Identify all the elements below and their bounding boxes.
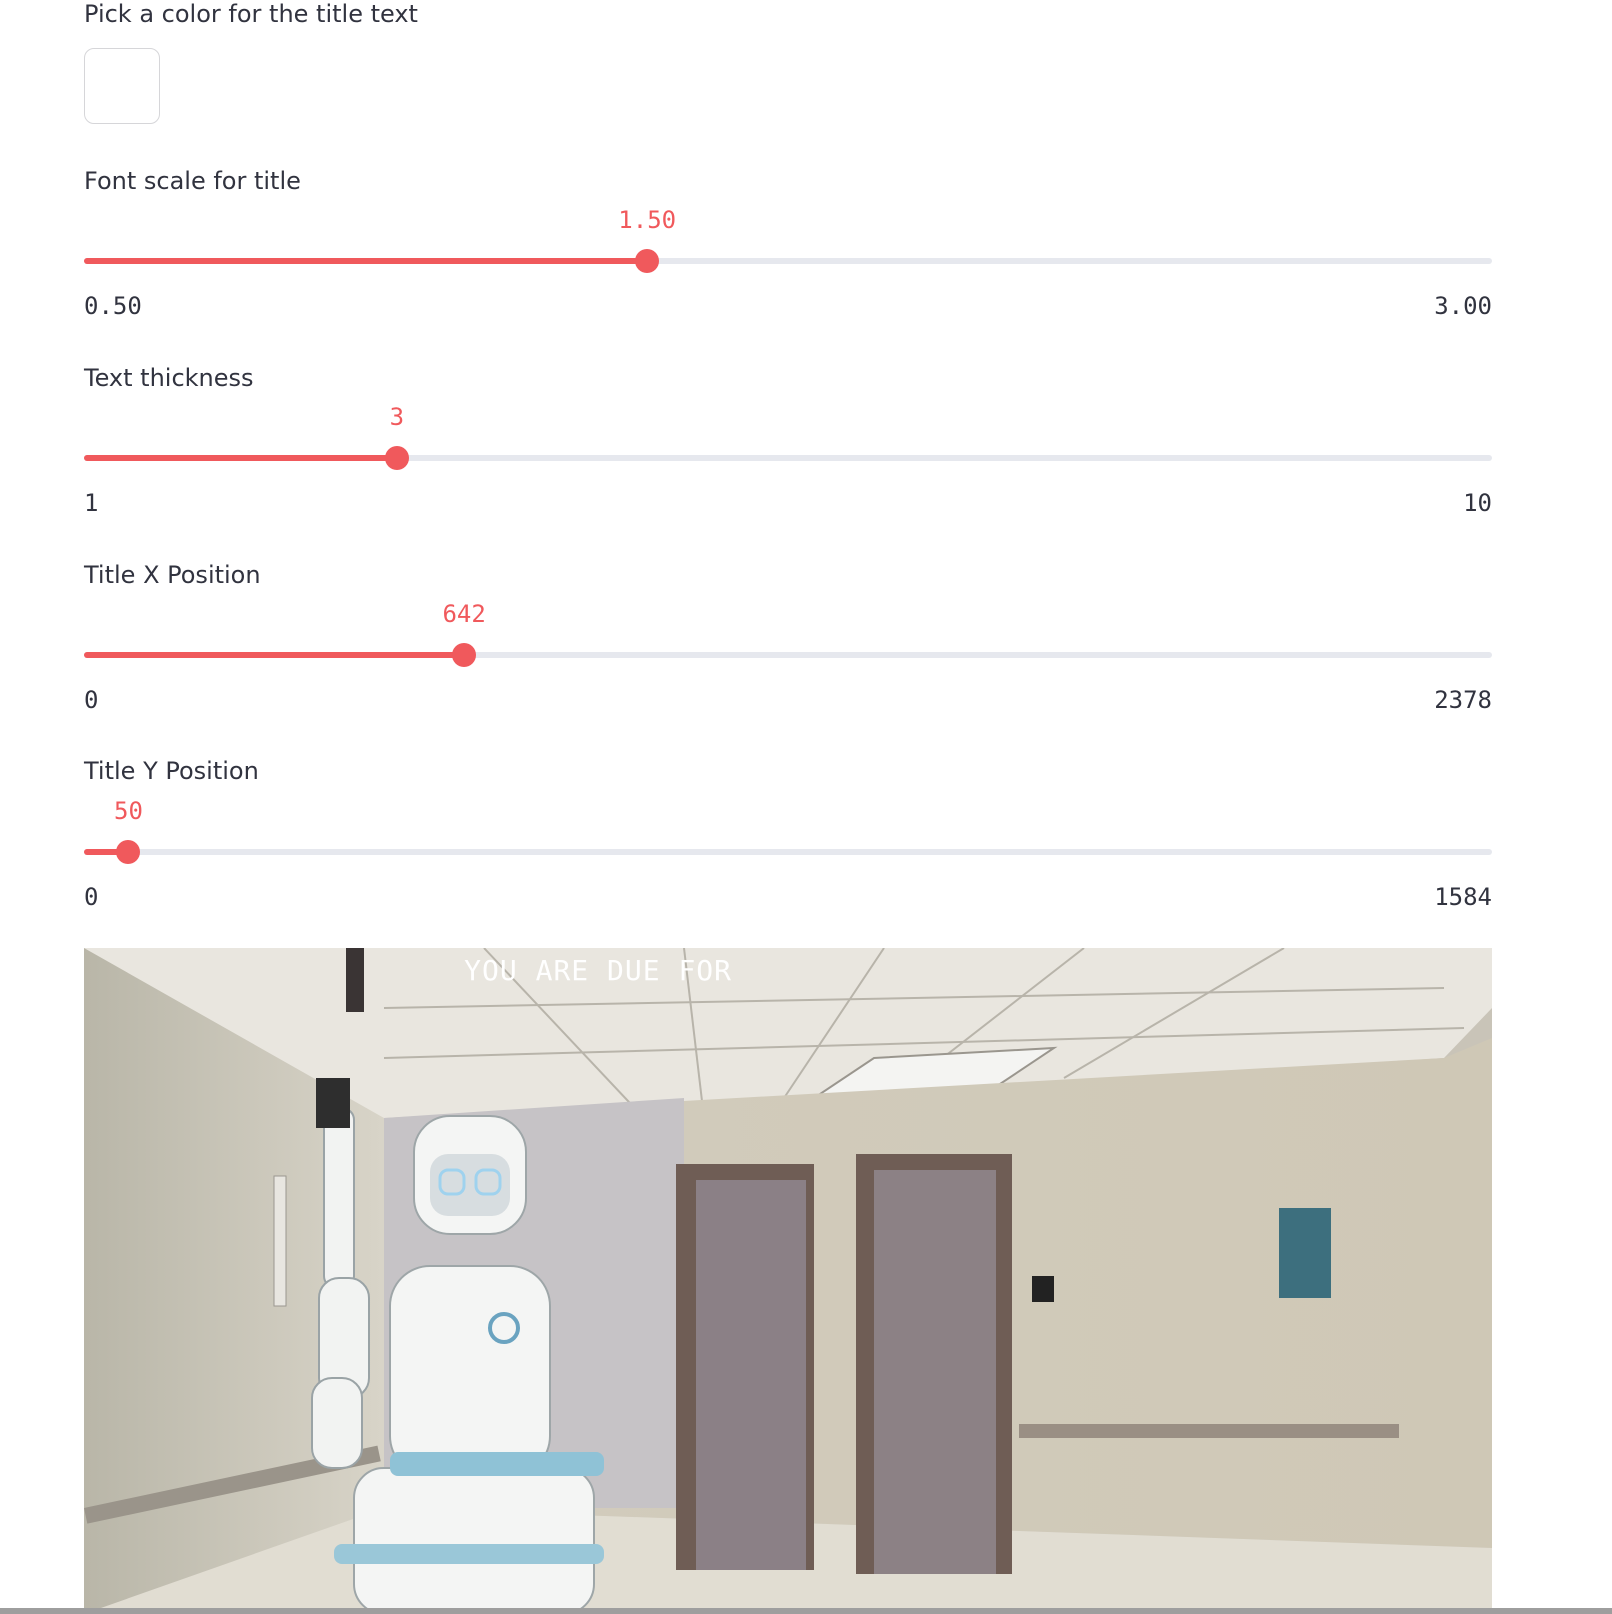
slider-value: 3	[389, 403, 405, 431]
slider-max: 2378	[1434, 686, 1492, 714]
slider-value: 1.50	[618, 206, 677, 234]
text-thickness-slider[interactable]: 3 1 10	[84, 403, 1492, 517]
slider-min: 1	[84, 489, 99, 517]
slider-max: 10	[1463, 489, 1492, 517]
slider-thumb[interactable]	[452, 643, 477, 667]
preview-image: YOU ARE DUE FOR	[84, 948, 1492, 1614]
slider-max: 3.00	[1434, 292, 1492, 320]
title-x-position-slider[interactable]: 642 0 2378	[84, 600, 1492, 714]
slider-label-title-x: Title X Position	[84, 561, 261, 589]
title-overlay-text: YOU ARE DUE FOR	[464, 954, 733, 987]
slider-min: 0	[84, 883, 99, 911]
slider-value: 50	[114, 797, 143, 825]
font-scale-slider[interactable]: 1.50 0.50 3.00	[84, 206, 1492, 320]
slider-thumb[interactable]	[384, 446, 409, 470]
slider-label-font-scale: Font scale for title	[84, 167, 301, 195]
color-picker-swatch[interactable]	[84, 48, 160, 124]
slider-min: 0	[84, 686, 99, 714]
window-bottom-edge	[0, 1608, 1612, 1614]
slider-fill	[84, 258, 648, 264]
hallway-robot-photo	[84, 948, 1492, 1614]
slider-value: 642	[442, 600, 486, 628]
slider-thumb[interactable]	[635, 249, 660, 273]
slider-label-title-y: Title Y Position	[84, 757, 259, 785]
slider-min: 0.50	[84, 292, 142, 320]
slider-fill	[84, 652, 465, 658]
slider-thumb[interactable]	[116, 840, 141, 864]
slider-fill	[84, 455, 397, 461]
slider-label-text-thickness: Text thickness	[84, 364, 254, 392]
slider-track[interactable]	[84, 849, 1492, 855]
color-picker-label: Pick a color for the title text	[84, 0, 418, 28]
title-y-position-slider[interactable]: 50 0 1584	[84, 797, 1492, 911]
slider-max: 1584	[1434, 883, 1492, 911]
